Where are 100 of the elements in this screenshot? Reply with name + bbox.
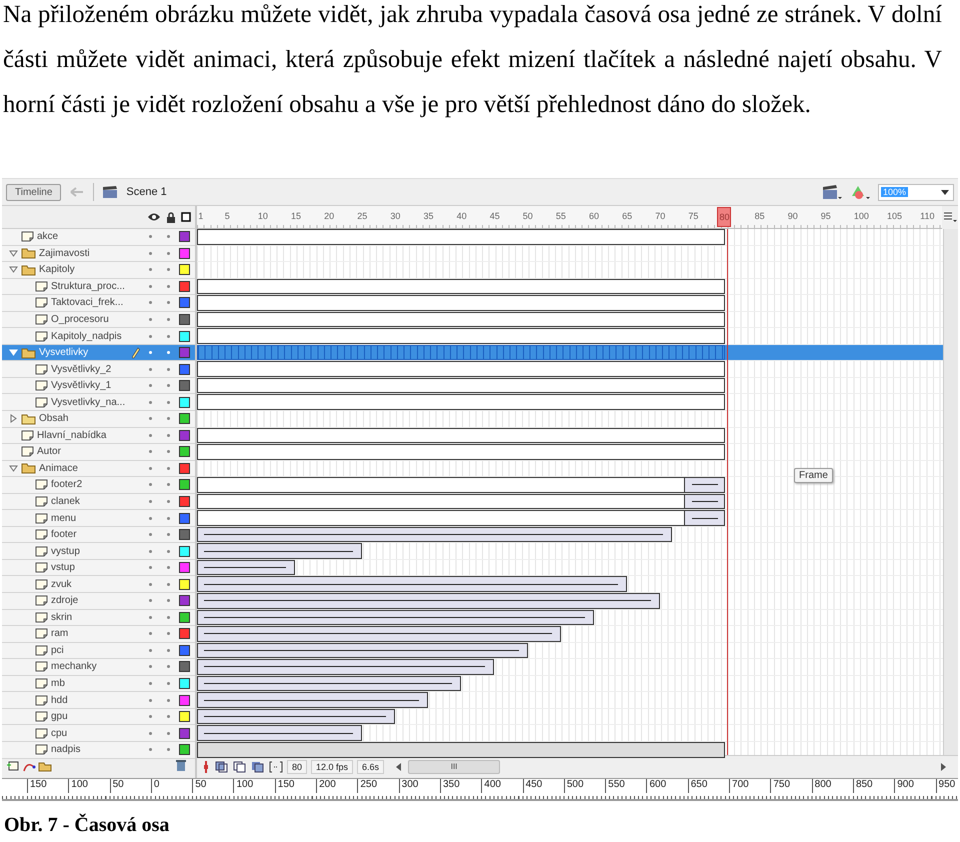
layer-row[interactable]: menu	[2, 510, 195, 527]
scroll-left-icon[interactable]	[396, 763, 402, 771]
tween-frame-span[interactable]	[197, 708, 395, 724]
static-tween-frame-span[interactable]	[197, 494, 726, 510]
layer-row[interactable]: footer2	[2, 477, 195, 494]
layer-row[interactable]: mb	[2, 676, 195, 692]
layer-row[interactable]: nadpis	[2, 742, 195, 758]
visibility-dot[interactable]	[149, 368, 152, 371]
onion-skin-icon[interactable]	[215, 761, 229, 773]
menu-icon[interactable]	[943, 211, 957, 223]
layer-row[interactable]: clanek	[2, 494, 195, 510]
layer-row[interactable]: vstup	[2, 560, 195, 576]
layer-row[interactable]: Struktura_proc...	[2, 278, 195, 296]
layer-row[interactable]: Kapitoly	[2, 262, 195, 279]
layer-row[interactable]: Obsah	[2, 411, 195, 428]
lock-dot[interactable]	[167, 483, 170, 486]
visibility-dot[interactable]	[149, 252, 152, 255]
layer-color-swatch[interactable]	[179, 529, 190, 540]
lock-dot[interactable]	[167, 500, 170, 504]
layer-row[interactable]: Vysvětlivky_1	[2, 378, 195, 394]
layer-color-swatch[interactable]	[179, 595, 190, 606]
layer-row[interactable]: footer	[2, 526, 195, 544]
lock-dot[interactable]	[167, 648, 170, 652]
lock-dot[interactable]	[167, 417, 170, 420]
visibility-dot[interactable]	[149, 732, 152, 735]
layer-color-swatch[interactable]	[179, 711, 190, 722]
lock-dot[interactable]	[167, 268, 170, 272]
visibility-dot[interactable]	[149, 450, 152, 454]
lock-dot[interactable]	[167, 252, 170, 255]
layer-color-swatch[interactable]	[179, 297, 190, 308]
layer-color-swatch[interactable]	[179, 512, 190, 524]
layer-color-swatch[interactable]	[179, 314, 190, 325]
visibility-dot[interactable]	[149, 434, 152, 437]
layer-row[interactable]: Taktovaci_frek...	[2, 295, 195, 312]
edit-multiple-icon[interactable]	[251, 761, 265, 773]
lock-dot[interactable]	[167, 400, 170, 404]
elapsed-time-field[interactable]: 6.6s	[357, 760, 384, 774]
tween-frame-span[interactable]	[197, 642, 528, 658]
outline-icon[interactable]	[181, 212, 191, 222]
layer-color-swatch[interactable]	[179, 578, 190, 590]
visibility-dot[interactable]	[149, 533, 152, 536]
static-frame-span[interactable]	[197, 444, 726, 460]
visibility-dot[interactable]	[149, 384, 152, 388]
static-tween-frame-span[interactable]	[197, 510, 726, 526]
layer-color-swatch[interactable]	[179, 479, 190, 490]
onion-markers-icon[interactable]	[269, 761, 283, 773]
expanded-triangle-icon[interactable]	[9, 464, 18, 473]
layer-color-swatch[interactable]	[179, 562, 190, 574]
layer-color-swatch[interactable]	[179, 744, 190, 756]
tween-frame-span[interactable]	[197, 526, 672, 542]
layer-row[interactable]: Autor	[2, 444, 195, 461]
visibility-dot[interactable]	[149, 284, 152, 288]
lock-icon[interactable]	[166, 212, 176, 222]
layer-color-swatch[interactable]	[179, 678, 190, 690]
visibility-dot[interactable]	[149, 632, 152, 636]
layer-color-swatch[interactable]	[179, 728, 190, 739]
tween-frame-span[interactable]	[197, 593, 660, 609]
layer-color-swatch[interactable]	[179, 694, 190, 706]
current-frame-field[interactable]: 80	[287, 760, 308, 774]
lock-dot[interactable]	[167, 748, 170, 752]
lock-dot[interactable]	[167, 566, 170, 570]
layer-row[interactable]: zvuk	[2, 576, 195, 594]
layer-row[interactable]: Vysvetlivky_na...	[2, 394, 195, 412]
visibility-dot[interactable]	[149, 599, 152, 602]
layer-color-swatch[interactable]	[179, 446, 190, 458]
visibility-dot[interactable]	[149, 500, 152, 504]
eye-icon[interactable]	[147, 212, 161, 222]
trash-icon[interactable]	[175, 759, 187, 772]
lock-dot[interactable]	[167, 533, 170, 536]
layer-row[interactable]: akce	[2, 229, 195, 246]
selected-frame-span[interactable]	[197, 344, 726, 360]
lock-dot[interactable]	[167, 715, 170, 718]
static-frame-span[interactable]	[197, 229, 726, 245]
layer-color-swatch[interactable]	[179, 430, 190, 441]
visibility-dot[interactable]	[149, 351, 152, 354]
layer-color-swatch[interactable]	[179, 380, 190, 392]
filled-frame-span[interactable]	[197, 742, 726, 758]
lock-dot[interactable]	[167, 318, 170, 321]
layer-row[interactable]: hdd	[2, 692, 195, 709]
timeline-tab[interactable]: Timeline	[6, 184, 62, 200]
visibility-dot[interactable]	[149, 268, 152, 272]
collapsed-triangle-icon[interactable]	[9, 414, 18, 424]
layer-row[interactable]: zdroje	[2, 593, 195, 610]
static-tween-frame-span[interactable]	[197, 477, 726, 493]
visibility-dot[interactable]	[149, 334, 152, 338]
lock-dot[interactable]	[167, 632, 170, 636]
layer-color-swatch[interactable]	[179, 628, 190, 640]
layer-row[interactable]: mechanky	[2, 659, 195, 676]
layer-color-swatch[interactable]	[179, 462, 190, 474]
lock-dot[interactable]	[167, 351, 170, 354]
tween-frame-span[interactable]	[197, 725, 362, 741]
layer-color-swatch[interactable]	[179, 264, 190, 276]
visibility-dot[interactable]	[149, 516, 152, 520]
layer-row[interactable]: ram	[2, 626, 195, 643]
layer-color-swatch[interactable]	[179, 330, 190, 342]
tween-frame-span[interactable]	[197, 560, 295, 576]
lock-dot[interactable]	[167, 235, 170, 238]
visibility-dot[interactable]	[149, 550, 152, 553]
tween-frame-span[interactable]	[197, 576, 627, 592]
lock-dot[interactable]	[167, 284, 170, 288]
